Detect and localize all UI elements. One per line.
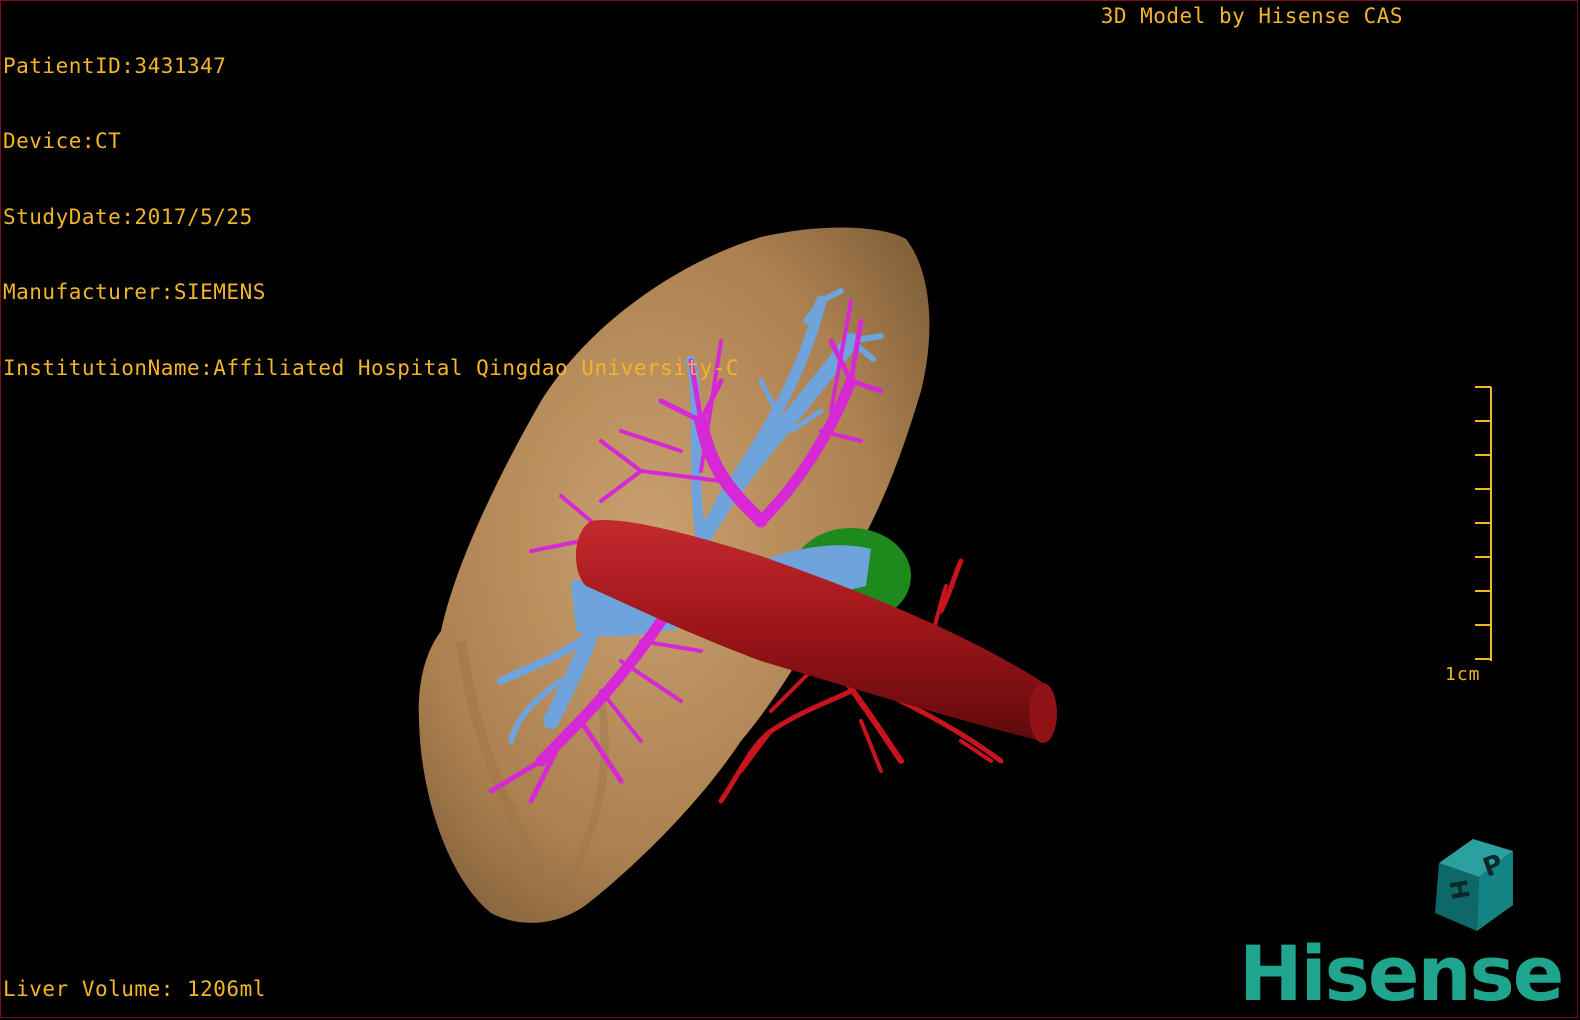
patient-id: PatientID:3431347: [3, 54, 227, 78]
3d-viewport[interactable]: PatientID:3431347 Device:CT StudyDate:20…: [0, 0, 1578, 1018]
scale-bar: [1475, 386, 1492, 661]
patient-info-overlay: PatientID:3431347 Device:CT StudyDate:20…: [3, 4, 739, 431]
institution-name: InstitutionName:Affiliated Hospital Qing…: [3, 355, 740, 380]
model-title: 3D Model by Hisense CAS: [1100, 4, 1403, 28]
manufacturer: Manufacturer:SIEMENS: [3, 280, 266, 305]
scale-label: 1cm: [1445, 664, 1481, 685]
device: Device:CT: [3, 129, 122, 154]
vena-cava-end: [1029, 683, 1057, 743]
study-date: StudyDate:2017/5/25: [3, 204, 253, 229]
orientation-cube[interactable]: P H: [1417, 833, 1527, 937]
liver-volume: Liver Volume: 1206ml: [3, 977, 266, 1001]
hisense-logo: Hisense: [1239, 929, 1564, 1018]
